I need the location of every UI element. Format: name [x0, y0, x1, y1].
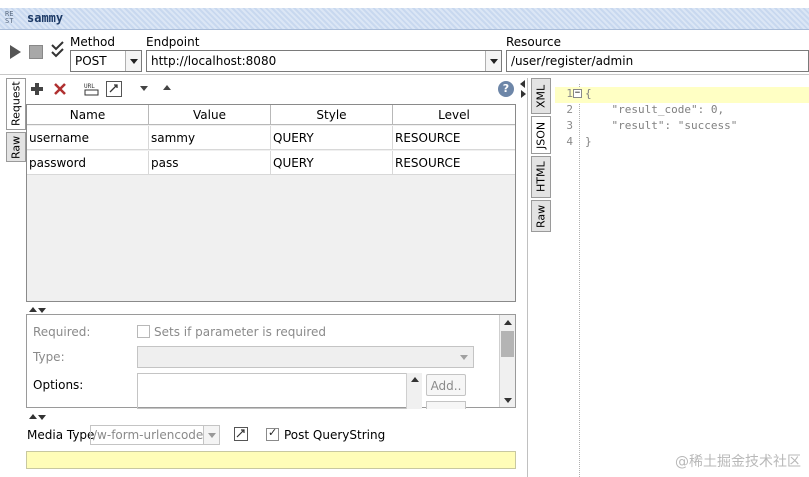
tab-html[interactable]: HTML [531, 156, 551, 198]
scroll-thumb[interactable] [501, 331, 514, 357]
options-list[interactable] [137, 373, 422, 409]
check-icon[interactable] [50, 41, 66, 61]
param-style-cell[interactable]: QUERY [271, 151, 393, 174]
details-scrollbar[interactable] [499, 315, 515, 407]
post-querystring-label: Post QueryString [284, 428, 386, 442]
add-option-button[interactable]: Add.. [426, 374, 466, 396]
tab-request[interactable]: Request [6, 78, 26, 130]
media-type-value: /w-form-urlencoded [93, 428, 211, 442]
watermark: @稀土掘金技术社区 [675, 454, 801, 470]
tab-raw[interactable]: Raw [6, 132, 26, 162]
title-bar: RE ST sammy [0, 8, 809, 30]
collapse-icon[interactable]: − [573, 89, 582, 98]
param-details-panel: Required: Sets if parameter is required … [26, 314, 516, 409]
resource-value: /user/register/admin [511, 54, 634, 68]
divider [527, 78, 528, 477]
request-tabs: Request Raw [6, 78, 26, 473]
method-label: Method [70, 35, 116, 49]
play-icon[interactable] [8, 44, 22, 60]
code-line: 1 − { [555, 87, 809, 103]
resource-label: Resource [506, 35, 562, 49]
param-value-cell[interactable]: sammy [149, 126, 271, 149]
chevron-down-icon[interactable] [460, 355, 468, 360]
add-icon[interactable] [30, 82, 44, 96]
param-name-cell[interactable]: username [27, 126, 149, 149]
param-name-cell[interactable]: password [27, 151, 149, 174]
type-select[interactable] [137, 346, 474, 368]
move-up-icon[interactable] [163, 85, 171, 90]
media-type-label: Media Type [27, 428, 95, 442]
column-header-value[interactable]: Value [149, 105, 271, 124]
svg-text:URL: URL [84, 83, 95, 90]
editor-icon[interactable] [234, 427, 248, 441]
resource-input[interactable]: /user/register/admin [506, 50, 809, 72]
endpoint-value: http://localhost:8080 [151, 54, 277, 68]
options-label: Options: [33, 378, 84, 392]
type-label: Type: [33, 350, 65, 364]
toolbar-divider [0, 74, 809, 75]
editor-icon[interactable] [106, 81, 122, 97]
post-querystring-checkbox[interactable] [266, 426, 279, 441]
panel-splitter[interactable] [519, 78, 527, 477]
required-label: Required: [33, 325, 91, 339]
tab-xml[interactable]: XML [531, 78, 551, 114]
window-title: sammy [27, 11, 64, 25]
tab-raw-response[interactable]: Raw [531, 200, 551, 232]
code-line: 2 "result_code": 0, [566, 103, 725, 116]
param-level-cell[interactable]: RESOURCE [393, 151, 515, 174]
params-table: Name Value Style Level username sammy QU… [26, 104, 516, 302]
required-checkbox[interactable] [137, 324, 150, 338]
params-header: Name Value Style Level [27, 105, 515, 125]
response-tabs: XML JSON HTML Raw [531, 78, 551, 238]
chevron-down-icon[interactable] [203, 426, 219, 444]
move-down-icon[interactable] [140, 86, 148, 91]
delete-icon[interactable] [53, 82, 67, 96]
options-scrollbar[interactable] [406, 373, 422, 409]
option-button-partial[interactable] [426, 401, 466, 409]
required-checkbox-label: Sets if parameter is required [154, 325, 326, 339]
encode-icon[interactable]: URL [84, 81, 100, 97]
splitter-handle[interactable] [27, 410, 47, 424]
tab-json[interactable]: JSON [531, 116, 551, 154]
code-line: 3 "result": "success" [566, 119, 738, 132]
request-body-editor[interactable] [26, 451, 516, 469]
table-row[interactable]: password pass QUERY RESOURCE [27, 151, 515, 175]
param-value-cell[interactable]: pass [149, 151, 271, 174]
stop-icon[interactable] [29, 45, 43, 59]
table-row[interactable]: username sammy QUERY RESOURCE [27, 126, 515, 150]
param-style-cell[interactable]: QUERY [271, 126, 393, 149]
chevron-down-icon[interactable] [485, 51, 501, 71]
code-line: 4 } [566, 135, 592, 148]
endpoint-label: Endpoint [146, 35, 200, 49]
media-type-select[interactable]: /w-form-urlencoded [90, 425, 220, 445]
method-select[interactable]: POST [70, 50, 142, 72]
help-icon[interactable]: ? [498, 81, 514, 97]
column-header-style[interactable]: Style [271, 105, 393, 124]
rest-request-icon: RE ST [5, 10, 14, 25]
chevron-down-icon[interactable] [125, 51, 141, 71]
response-editor[interactable]: 1 − { 2 "result_code": 0, 3 "result": "s… [555, 84, 809, 477]
method-value: POST [75, 54, 107, 68]
media-type-row: Media Type /w-form-urlencoded Post Query… [26, 424, 516, 448]
param-level-cell[interactable]: RESOURCE [393, 126, 515, 149]
endpoint-input[interactable]: http://localhost:8080 [146, 50, 502, 72]
column-header-level[interactable]: Level [393, 105, 515, 124]
column-header-name[interactable]: Name [27, 105, 149, 124]
